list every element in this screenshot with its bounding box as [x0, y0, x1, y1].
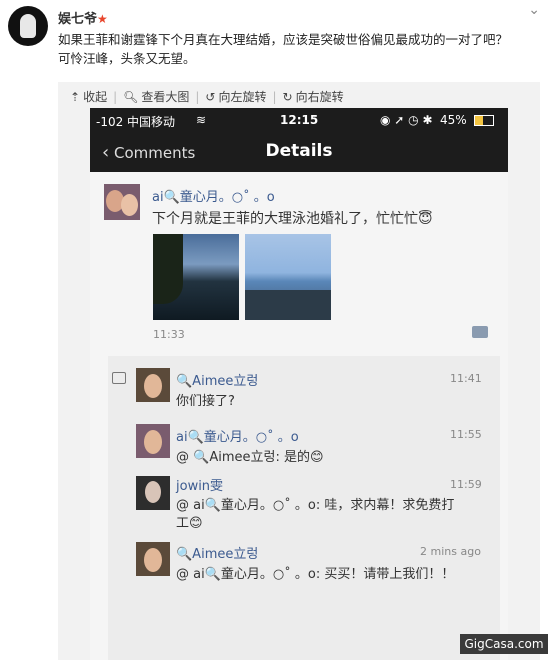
author-avatar[interactable] — [8, 6, 48, 46]
post-text-line2: 可怜汪峰，头条又无望。 — [58, 51, 196, 66]
moment-avatar[interactable] — [104, 184, 140, 220]
moment-text: 下个月就是王菲的大理泳池婚礼了，忙忙忙😇 — [152, 211, 433, 227]
image-toolbar: ⇡ 收起 | 🔍︎ 查看大图 | ↺ 向左旋转 | ↻ 向右旋转 — [70, 88, 344, 105]
battery-percent: 45% — [440, 113, 467, 127]
battery-icon — [474, 115, 494, 126]
comment-avatar[interactable] — [136, 368, 170, 402]
toolbar-divider: | — [272, 89, 277, 104]
carrier: -102 中国移动 — [96, 115, 176, 129]
view-large-button[interactable]: 🔍︎ 查看大图 — [123, 88, 189, 105]
post-text: 如果王菲和谢霆锋下个月真在大理结婚，应该是突破世俗偏见最成功的一对了吧？ 可怜汪… — [58, 30, 538, 68]
moment-photo-pool[interactable] — [153, 234, 239, 320]
star-badge-icon: ★ — [97, 12, 108, 26]
status-icons: ◉ ➚ ◷ ✱ — [380, 113, 433, 127]
wifi-icon: ≋ — [196, 113, 207, 127]
comment-avatar[interactable] — [136, 476, 170, 510]
comment-author[interactable]: ai🔍童心月。○˚ 。o — [176, 426, 299, 445]
comment-text-cont: 工😊 — [176, 516, 203, 531]
post-text-line1: 如果王菲和谢霆锋下个月真在大理结婚，应该是突破世俗偏见最成功的一对了吧？ — [58, 32, 509, 47]
phone-screenshot: -102 中国移动 ≋ 12:15 ◉ ➚ ◷ ✱ 45% ‹ Comments… — [90, 108, 508, 660]
collapse-button[interactable]: ⇡ 收起 — [70, 88, 107, 105]
rotate-right-icon: ↻ — [282, 89, 293, 104]
comment-author[interactable]: 🔍Aimee立렁 — [176, 370, 258, 389]
comment-text: @ ai🔍童心月。○˚ 。o: 买买！请带上我们！！ — [176, 567, 455, 582]
comment-text: @ ai🔍童心月。○˚ 。o: 哇，求内幕！求免费打 — [176, 498, 455, 513]
comment-icon[interactable] — [472, 326, 488, 338]
toolbar-divider: | — [195, 89, 200, 104]
watermark: GigCasa.com — [460, 634, 548, 654]
comment-text: @ 🔍Aimee立렁: 是的😊 — [176, 450, 324, 465]
rotate-right-button[interactable]: ↻ 向右旋转 — [283, 88, 344, 105]
moment-author[interactable]: ai🔍童心月。○˚ 。o — [152, 186, 275, 205]
author-name[interactable]: 娱七爷★ — [58, 8, 108, 27]
comment-time: 2 mins ago — [420, 545, 481, 558]
comment-avatar[interactable] — [136, 542, 170, 576]
rotate-left-button[interactable]: ↺ 向左旋转 — [205, 88, 266, 105]
comment-avatar[interactable] — [136, 424, 170, 458]
moment-time: 11:33 — [153, 328, 185, 341]
comment-bubble-icon — [112, 372, 126, 384]
collapse-icon: ⇡ — [70, 89, 81, 104]
comment-time: 11:41 — [450, 372, 482, 385]
toolbar-divider: | — [113, 89, 118, 104]
comment-text: 你们接了? — [176, 394, 235, 409]
magnifier-icon: 🔍︎ — [123, 89, 139, 104]
comment-author[interactable]: jowin雯 — [176, 475, 223, 494]
comment-time: 11:55 — [450, 428, 482, 441]
chevron-down-icon[interactable]: ⌄ — [528, 2, 540, 18]
clock: 12:15 — [280, 113, 319, 127]
comment-author[interactable]: 🔍Aimee立렁 — [176, 543, 258, 562]
author-name-text[interactable]: 娱七爷 — [58, 12, 97, 27]
moment-photo-lake[interactable] — [245, 234, 331, 320]
nav-bar: ‹ Comments Details — [90, 132, 508, 172]
comment-time: 11:59 — [450, 478, 482, 491]
status-bar: -102 中国移动 ≋ 12:15 ◉ ➚ ◷ ✱ 45% — [90, 108, 508, 132]
screen-title: Details — [265, 141, 333, 161]
rotate-left-icon: ↺ — [205, 89, 216, 104]
